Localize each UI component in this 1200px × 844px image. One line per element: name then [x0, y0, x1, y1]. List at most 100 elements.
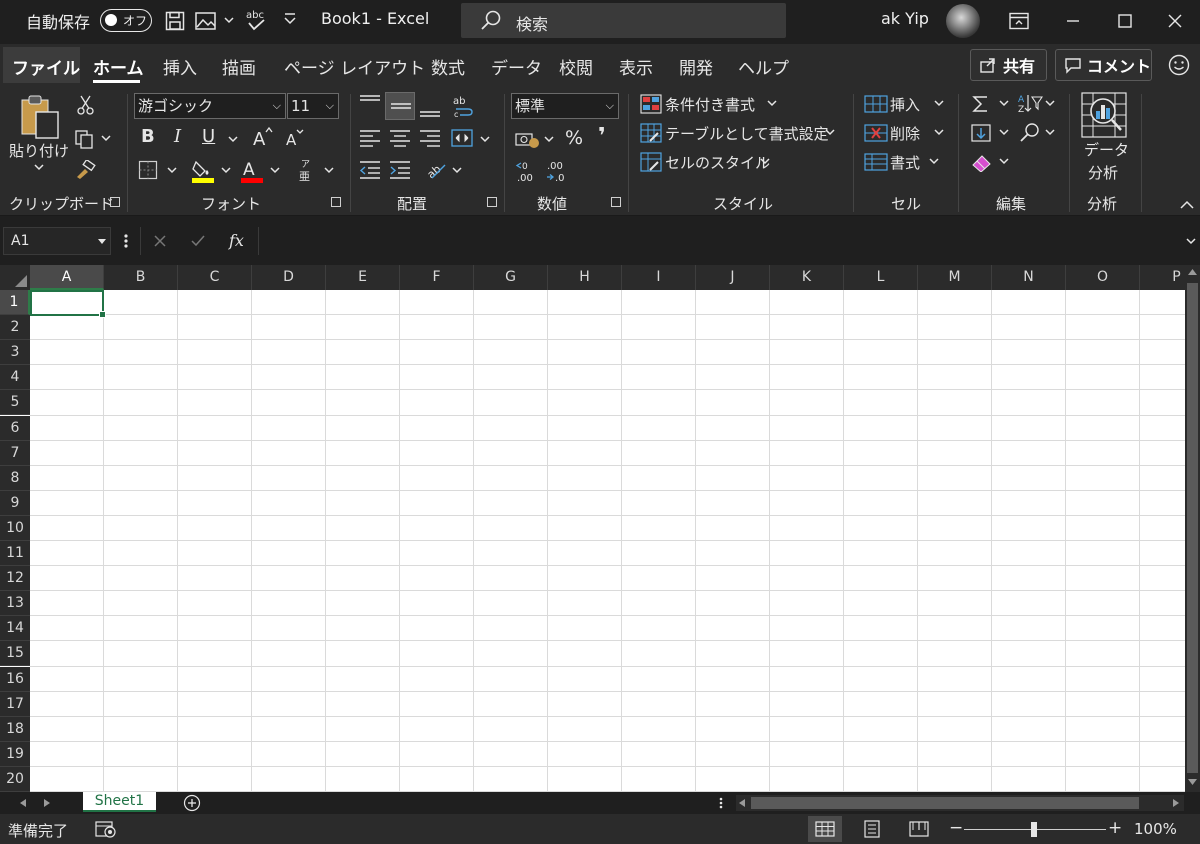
- analyze-data-icon[interactable]: [1081, 92, 1127, 138]
- column-header[interactable]: I: [622, 265, 696, 290]
- tab-draw[interactable]: 描画: [222, 54, 256, 79]
- borders-icon[interactable]: [138, 160, 158, 180]
- cut-icon[interactable]: [76, 94, 96, 116]
- active-cell[interactable]: [30, 290, 106, 318]
- picture-icon[interactable]: [195, 11, 217, 31]
- chevron-down-icon[interactable]: [167, 167, 177, 175]
- conditional-formatting-icon[interactable]: [640, 94, 662, 114]
- chevron-down-icon[interactable]: [101, 135, 111, 143]
- decrease-font-icon[interactable]: A: [285, 128, 307, 148]
- orientation-icon[interactable]: ab: [424, 158, 448, 180]
- vertical-scroll-thumb[interactable]: [1187, 283, 1198, 773]
- tab-insert[interactable]: 挿入: [163, 54, 197, 79]
- bold-button[interactable]: B: [141, 126, 155, 147]
- align-right-icon[interactable]: [418, 128, 442, 148]
- analyze-data-label-1[interactable]: データ: [1084, 139, 1129, 160]
- normal-view-button[interactable]: [808, 816, 842, 842]
- name-box[interactable]: A1: [3, 227, 111, 255]
- clipboard-launcher[interactable]: [110, 197, 120, 207]
- comments-button[interactable]: コメント: [1055, 49, 1152, 81]
- scroll-right-icon[interactable]: [1173, 799, 1180, 807]
- decrease-decimal-icon[interactable]: .00 .0: [544, 158, 570, 184]
- chevron-down-icon[interactable]: [767, 100, 777, 108]
- find-select-icon[interactable]: [1019, 122, 1041, 144]
- zoom-out-button[interactable]: −: [949, 818, 963, 838]
- row-header[interactable]: 17: [0, 691, 30, 717]
- insert-function-button[interactable]: fx: [229, 231, 244, 250]
- increase-font-icon[interactable]: A: [252, 126, 274, 148]
- scroll-up-icon[interactable]: [1188, 269, 1197, 276]
- column-header[interactable]: H: [548, 265, 622, 290]
- insert-cells-label[interactable]: 挿入: [890, 94, 920, 115]
- delete-cells-label[interactable]: 削除: [890, 123, 920, 144]
- chevron-down-icon[interactable]: [934, 100, 944, 108]
- horizontal-scroll-thumb[interactable]: [751, 797, 1139, 809]
- insert-cells-icon[interactable]: [864, 94, 888, 114]
- chevron-down-icon[interactable]: [999, 129, 1009, 137]
- chevron-down-icon[interactable]: [1045, 129, 1055, 137]
- add-sheet-icon[interactable]: [183, 794, 201, 812]
- save-icon[interactable]: [165, 11, 185, 31]
- row-header[interactable]: 9: [0, 490, 30, 516]
- select-all-button[interactable]: [0, 265, 30, 290]
- align-bottom-icon[interactable]: [418, 102, 442, 120]
- font-launcher[interactable]: [331, 197, 341, 207]
- tab-help[interactable]: ヘルプ: [738, 54, 789, 79]
- tab-data[interactable]: データ: [491, 54, 542, 79]
- column-header[interactable]: D: [252, 265, 326, 290]
- cancel-icon[interactable]: [153, 234, 167, 248]
- format-cells-icon[interactable]: [864, 152, 888, 172]
- font-name-combo[interactable]: 游ゴシック ⌵: [134, 93, 286, 119]
- page-layout-view-button[interactable]: [855, 816, 889, 842]
- row-header[interactable]: 3: [0, 340, 30, 366]
- conditional-formatting-label[interactable]: 条件付き書式: [665, 94, 755, 115]
- horizontal-scrollbar[interactable]: [736, 795, 1184, 811]
- row-header[interactable]: 18: [0, 716, 30, 742]
- chevron-down-icon[interactable]: [999, 158, 1009, 166]
- chevron-down-icon[interactable]: [999, 100, 1009, 108]
- cell-styles-icon[interactable]: [640, 152, 662, 172]
- column-header[interactable]: E: [326, 265, 400, 290]
- more-options-icon[interactable]: [123, 233, 129, 249]
- delete-cells-icon[interactable]: [864, 123, 888, 143]
- sheet-tab[interactable]: Sheet1: [83, 792, 156, 812]
- format-as-table-icon[interactable]: [640, 123, 662, 143]
- column-header[interactable]: J: [696, 265, 770, 290]
- chevron-down-icon[interactable]: [221, 167, 231, 175]
- column-header[interactable]: B: [104, 265, 178, 290]
- zoom-in-button[interactable]: +: [1108, 818, 1122, 838]
- chevron-down-icon[interactable]: [34, 164, 44, 172]
- wrap-text-icon[interactable]: ab c: [452, 94, 476, 118]
- clear-icon[interactable]: [971, 152, 993, 172]
- expand-formula-bar-icon[interactable]: [1186, 238, 1196, 245]
- chevron-down-icon[interactable]: [934, 129, 944, 137]
- row-header[interactable]: 5: [0, 390, 30, 416]
- increase-decimal-icon[interactable]: 0 .00: [514, 158, 540, 184]
- row-header[interactable]: 11: [0, 541, 30, 567]
- autosum-icon[interactable]: [971, 94, 991, 114]
- copy-icon[interactable]: [74, 129, 96, 149]
- row-header[interactable]: 16: [0, 666, 30, 692]
- chevron-down-icon[interactable]: [324, 167, 334, 175]
- cell-styles-label[interactable]: セルのスタイル: [665, 152, 770, 173]
- user-name[interactable]: ak Yip: [881, 9, 929, 28]
- row-header[interactable]: 15: [0, 641, 30, 667]
- italic-button[interactable]: I: [174, 126, 181, 147]
- align-middle-button[interactable]: [385, 92, 415, 120]
- chevron-down-icon[interactable]: [825, 129, 835, 137]
- row-header[interactable]: 2: [0, 315, 30, 341]
- column-header[interactable]: F: [400, 265, 474, 290]
- share-button[interactable]: 共有: [970, 49, 1047, 81]
- decrease-indent-icon[interactable]: [358, 160, 382, 180]
- formula-input[interactable]: [258, 227, 1200, 255]
- row-header[interactable]: 12: [0, 566, 30, 592]
- column-header[interactable]: P: [1140, 265, 1185, 290]
- font-size-combo[interactable]: 11 ⌵: [287, 93, 339, 119]
- next-sheet-icon[interactable]: [44, 799, 51, 807]
- analyze-data-label-2[interactable]: 分析: [1088, 162, 1118, 183]
- minimize-button[interactable]: [1058, 6, 1088, 36]
- zoom-slider-thumb[interactable]: [1031, 822, 1037, 837]
- prev-sheet-icon[interactable]: [20, 799, 27, 807]
- maximize-button[interactable]: [1110, 6, 1140, 36]
- row-header[interactable]: 10: [0, 515, 30, 541]
